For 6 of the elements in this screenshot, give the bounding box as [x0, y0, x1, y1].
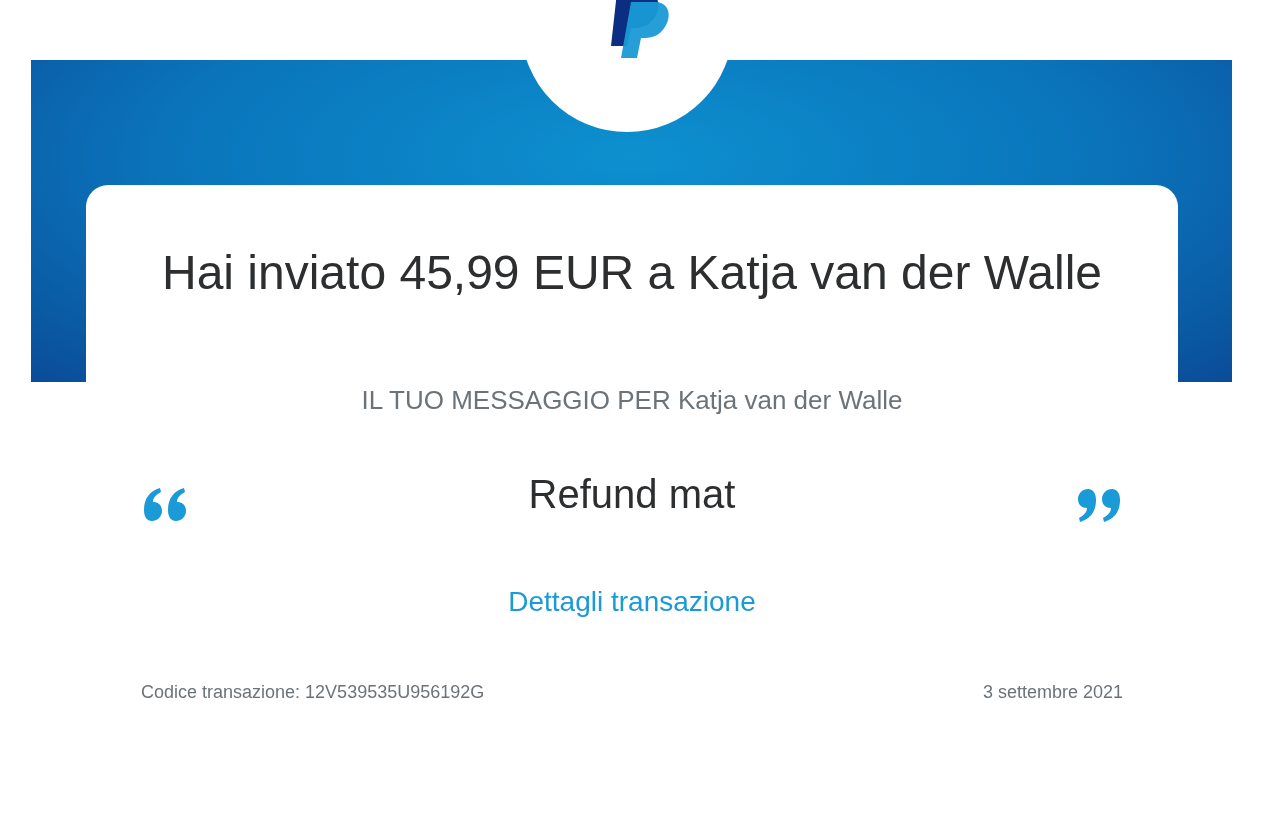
transaction-date: 3 settembre 2021	[982, 682, 1123, 703]
transaction-details-link[interactable]: Dettagli transazione	[508, 586, 756, 618]
message-label: IL TUO MESSAGGIO PER Katja van der Walle	[361, 385, 903, 416]
transaction-code: Codice transazione: 12V539535U956192G	[141, 682, 485, 703]
payment-heading: Hai inviato 45,99 EUR a Katja van der Walle	[162, 245, 1102, 301]
message-text: Refund mat	[528, 472, 736, 517]
